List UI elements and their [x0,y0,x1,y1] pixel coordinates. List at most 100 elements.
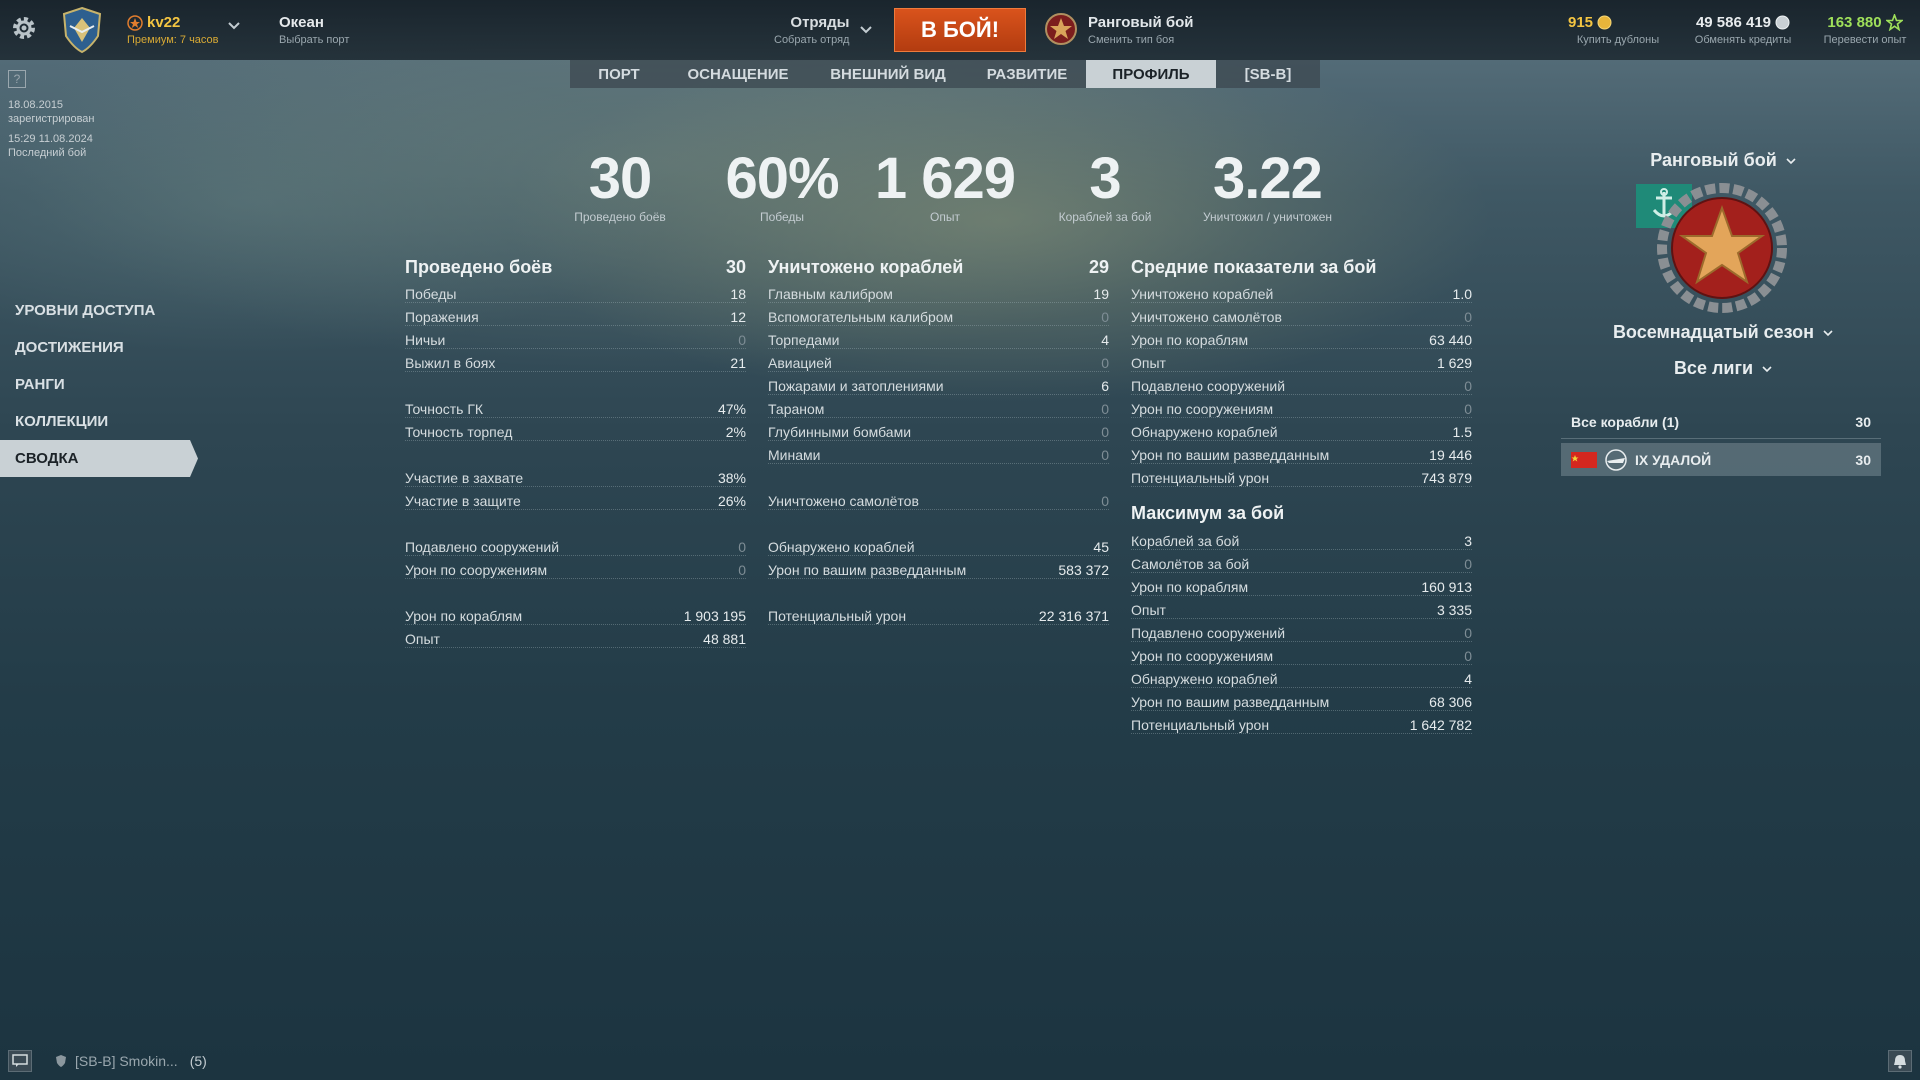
stat-label: Урон по вашим разведданным [1131,694,1330,710]
ship-list-item-udaloy[interactable]: IX УДАЛОЙ 30 [1561,443,1881,476]
column-header: Уничтожено кораблей 29 [768,254,1109,280]
bell-icon [1894,1055,1906,1069]
stat-label: Урон по вашим разведданным [1131,447,1330,463]
averages-column: Средние показатели за бой Уничтожено кор… [1131,254,1472,734]
stat-value: 0 [738,539,746,555]
premium-star-icon [127,14,143,31]
ships-destroyed-column: Уничтожено кораблей 29 Главным калибром 1… [768,254,1109,625]
big-stat-label: Уничтожил / уничтожен [1202,210,1333,224]
stat-value: 18 [730,286,746,302]
stat-label: Потенциальный урон [1131,470,1270,486]
stat-value: 0 [1101,401,1109,417]
stat-row: Урон по сооружениям 0 [1131,395,1472,418]
stat-label: Опыт [1131,602,1166,618]
league-dropdown[interactable]: Все лиги [1560,358,1886,379]
stat-label: Опыт [405,631,440,647]
tab-clan[interactable]: [SB-B] [1216,60,1320,88]
free-xp-counter[interactable]: 163 880 Перевести опыт [1815,14,1915,46]
chevron-down-icon[interactable] [228,22,240,30]
player-info[interactable]: kv22 Премиум: 7 часов [127,14,219,46]
stat-label: Точность торпед [405,424,513,440]
stat-value: 0 [1464,556,1472,572]
ranked-battle-icon [1045,13,1077,45]
big-stat-value: 1 629 [874,146,1016,211]
port-name: Океан [279,14,324,31]
stat-value: 1 629 [1436,355,1472,371]
rank-badge-icon [1636,183,1787,313]
stat-label: Урон по кораблям [1131,579,1249,595]
stat-value: 19 446 [1429,447,1472,463]
stat-label: Поражения [405,309,479,325]
ship-list-item-all[interactable]: Все корабли (1) 30 [1561,406,1881,439]
credits-counter[interactable]: 49 586 419 Обменять кредиты [1683,14,1803,46]
chevron-down-icon [1823,330,1833,336]
notifications-button[interactable] [1888,1050,1912,1072]
stat-row: Потенциальный урон 743 879 [1131,464,1472,487]
tab-equipment[interactable]: ОСНАЩЕНИЕ [668,60,808,88]
stat-label: Подавлено сооружений [405,539,560,555]
main-tabs: ПОРТ ОСНАЩЕНИЕ ВНЕШНИЙ ВИД РАЗВИТИЕ ПРОФ… [570,60,1320,88]
menu-item-collections[interactable]: КОЛЛЕКЦИИ [0,403,200,440]
stat-row: Урон по вашим разведданным 19 446 [1131,441,1472,464]
destroyer-icon [1605,448,1627,471]
stat-label: Обнаружено кораблей [1131,424,1278,440]
tab-development[interactable]: РАЗВИТИЕ [968,60,1086,88]
clan-emblem-icon[interactable] [60,6,104,54]
squads-selector[interactable]: Отряды Собрать отряд [774,14,849,46]
stat-row: Самолётов за бой 0 [1131,550,1472,573]
stat-label: Участие в захвате [405,470,524,486]
stat-label: Кораблей за бой [1131,533,1240,549]
last-battle-label: Последний бой [8,147,87,159]
battle-type-selector[interactable]: Ранговый бой Сменить тип боя [1044,12,1194,46]
tab-profile[interactable]: ПРОФИЛЬ [1086,60,1216,88]
stat-row: Урон по кораблям 160 913 [1131,573,1472,596]
tab-port[interactable]: ПОРТ [570,60,668,88]
shield-icon [56,1055,66,1067]
stat-row: Урон по сооружениям 0 [405,556,746,579]
menu-item-ranks[interactable]: РАНГИ [0,366,200,403]
gear-icon[interactable] [10,14,38,42]
menu-item-achievements[interactable]: ДОСТИЖЕНИЯ [0,329,200,366]
stat-value: 0 [1464,648,1472,664]
big-stat-value: 30 [588,146,653,211]
stat-row: Уничтожено самолётов 0 [768,487,1109,510]
stat-value: 1 903 195 [683,608,746,624]
stat-value: 68 306 [1429,694,1472,710]
clan-chat-tab[interactable]: [SB-B] Smokin... (5) [55,1053,207,1069]
stat-row: Торпедами 4 [768,326,1109,349]
stat-value: 0 [738,562,746,578]
stat-label: Минами [768,447,821,463]
stat-row: Глубинными бомбами 0 [768,418,1109,441]
stat-value: 26% [717,493,746,509]
stat-label: Подавлено сооружений [1131,378,1286,394]
stat-value: 12 [730,309,746,325]
column-total: 30 [725,256,746,277]
tab-appearance[interactable]: ВНЕШНИЙ ВИД [808,60,968,88]
chat-button[interactable] [8,1050,32,1072]
stat-value: 6 [1101,378,1109,394]
menu-item-access-levels[interactable]: УРОВНИ ДОСТУПА [0,292,200,329]
mode-dropdown[interactable]: Ранговый бой [1560,150,1886,171]
stat-row: Вспомогательным калибром 0 [768,303,1109,326]
chevron-down-icon[interactable] [860,26,872,34]
credits-icon [1775,15,1790,30]
port-selector[interactable]: Океан Выбрать порт [279,14,349,46]
season-dropdown[interactable]: Восемнадцатый сезон [1560,322,1886,343]
column-header: Средние показатели за бой [1131,254,1472,280]
stat-label: Глубинными бомбами [768,424,912,440]
stat-row: Ничьи 0 [405,326,746,349]
stat-label: Обнаружено кораблей [768,539,915,555]
stat-row: Урон по сооружениям 0 [1131,642,1472,665]
stat-value: 4 [1464,671,1472,687]
stat-value: 1.0 [1452,286,1472,302]
clan-chat-label: [SB-B] Smokin... [75,1053,178,1069]
help-button[interactable]: ? [8,70,26,88]
stat-row: Урон по кораблям 1 903 195 [405,602,746,625]
battle-button[interactable]: В БОЙ! [894,8,1026,52]
stat-row: Тараном 0 [768,395,1109,418]
big-stat-label: Опыт [930,210,960,224]
last-battle-date: 15:29 11.08.2024 [8,133,93,145]
stat-value: 0 [1464,625,1472,641]
doubloons-counter[interactable]: 915 Купить дублоны [1568,14,1668,46]
menu-item-summary[interactable]: СВОДКА [0,440,198,477]
